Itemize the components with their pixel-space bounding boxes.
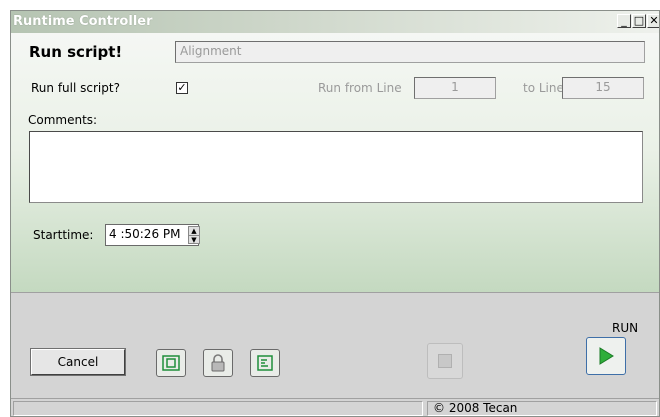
- status-pane-main: [13, 401, 423, 416]
- spin-up-icon[interactable]: ▲: [189, 227, 199, 236]
- stop-icon: [438, 354, 452, 368]
- close-icon: ✕: [649, 14, 659, 27]
- lock-button[interactable]: [203, 349, 233, 377]
- lock-icon: [211, 354, 225, 372]
- to-line-label: to Line: [523, 81, 564, 95]
- minimize-icon: _: [621, 14, 627, 27]
- cancel-button[interactable]: Cancel: [30, 348, 126, 376]
- comments-label: Comments:: [28, 113, 98, 127]
- title-bar[interactable]: Runtime Controller _ □ ✕: [11, 11, 659, 33]
- script-name-field: Alignment: [175, 41, 645, 63]
- starttime-label: Starttime:: [33, 228, 94, 242]
- spin-down-icon[interactable]: ▼: [189, 236, 199, 244]
- runtime-controller-window: Runtime Controller _ □ ✕ Run script! Ali…: [10, 10, 660, 417]
- checkmark-icon: ✓: [177, 81, 187, 94]
- run-from-line-label: Run from Line: [318, 81, 402, 95]
- script-list-icon: [257, 355, 273, 371]
- minimize-button[interactable]: _: [617, 14, 631, 28]
- comments-textarea[interactable]: [29, 131, 643, 203]
- run-label: RUN: [612, 321, 639, 335]
- fit-view-icon: [162, 355, 180, 371]
- starttime-spinner[interactable]: ▲ ▼: [188, 226, 200, 244]
- run-from-line-field: 1: [414, 77, 496, 99]
- to-line-field: 15: [562, 77, 644, 99]
- window-title: Runtime Controller: [13, 14, 153, 29]
- run-full-script-checkbox[interactable]: ✓: [176, 82, 188, 94]
- run-button[interactable]: [586, 337, 626, 375]
- starttime-field[interactable]: 4 :50:26 PM: [105, 224, 199, 246]
- stop-button: [427, 343, 463, 379]
- form-area: Run script! Alignment Run full script? ✓…: [11, 33, 659, 292]
- close-button[interactable]: ✕: [647, 14, 659, 28]
- status-bar: © 2008 Tecan: [11, 398, 659, 416]
- run-script-label: Run script!: [29, 43, 123, 61]
- play-icon: [599, 347, 614, 365]
- fit-view-button[interactable]: [156, 349, 186, 377]
- maximize-icon: □: [633, 14, 645, 27]
- run-full-script-label: Run full script?: [31, 81, 120, 95]
- maximize-button[interactable]: □: [632, 14, 646, 28]
- copyright-text: © 2008 Tecan: [427, 401, 657, 416]
- script-list-button[interactable]: [250, 349, 280, 377]
